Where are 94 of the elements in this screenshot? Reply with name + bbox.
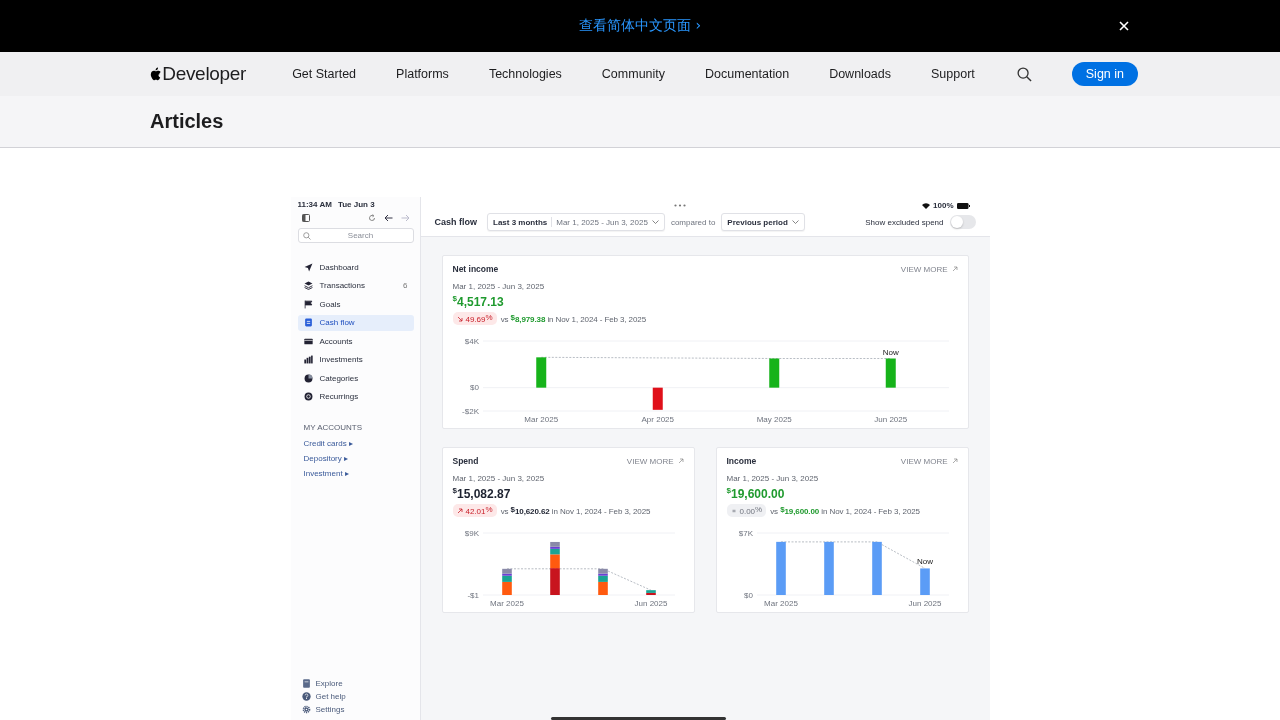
card-title: Net income: [452, 264, 499, 274]
axis-label: Mar 2025: [763, 599, 798, 608]
date-range: Mar 1, 2025 - Jun 3, 2025: [726, 474, 820, 483]
axis-label: -$2K: [461, 406, 479, 416]
axis-label: $9K: [464, 528, 479, 538]
language-link[interactable]: 查看简体中文页面 ›: [578, 17, 702, 35]
date-range: Mar 1, 2025 - Jun 3, 2025: [452, 474, 546, 483]
sidebar-item[interactable]: Cash flow: [297, 314, 414, 331]
navigate-icon: [303, 262, 313, 272]
help-icon: [301, 692, 311, 701]
arrow-icon: [951, 266, 958, 272]
toggle-switch[interactable]: [949, 215, 976, 229]
axis-label: Jun 2025: [908, 599, 941, 608]
nav-link[interactable]: Platforms: [396, 67, 449, 81]
developer-logo[interactable]: Developer: [162, 63, 247, 85]
sidebar-item[interactable]: Accounts: [297, 333, 414, 350]
search-icon[interactable]: [1016, 66, 1032, 82]
back-arrow-icon[interactable]: [383, 214, 393, 222]
sidebar-footer-item[interactable]: Settings: [297, 703, 414, 716]
arrow-icon: [951, 458, 958, 464]
more-dots-icon[interactable]: [673, 204, 686, 207]
view-more-link[interactable]: VIEW MORE: [900, 456, 958, 466]
sidebar-item[interactable]: Dashboard: [297, 259, 414, 276]
axis-label: $0: [743, 590, 753, 600]
comparison-dropdown[interactable]: Previous period: [721, 213, 805, 231]
bars-icon: [303, 355, 313, 365]
chevron-down-icon: [651, 220, 659, 224]
arrow-icon: [456, 315, 463, 322]
date-range-dropdown[interactable]: Last 3 months Mar 1, 2025 - Jun 3, 2025: [487, 213, 665, 231]
pie-icon: [303, 373, 313, 383]
sidebar-item[interactable]: Transactions 6: [297, 277, 414, 294]
sidebar-item[interactable]: Recurrings: [297, 388, 414, 405]
section-heading: MY ACCOUNTS: [303, 423, 364, 432]
sidebar-footer-item[interactable]: Explore: [297, 677, 414, 690]
account-group-link[interactable]: Credit cards ▸: [297, 436, 414, 451]
axis-label: -$1: [466, 590, 479, 600]
axis-label: Mar 2025: [523, 415, 558, 424]
sidebar-footer-item[interactable]: Get help: [297, 690, 414, 703]
axis-label: $7K: [738, 528, 753, 538]
date-range: Mar 1, 2025 - Jun 3, 2025: [452, 282, 546, 291]
battery-percent: 100%: [933, 201, 954, 210]
flag-icon: [303, 299, 313, 309]
wifi-icon: [922, 202, 931, 209]
account-group-link[interactable]: Investment ▸: [297, 466, 414, 481]
axis-label: Jun 2025: [873, 415, 907, 424]
now-label: Now: [916, 557, 933, 567]
search-icon: [302, 231, 311, 240]
close-icon[interactable]: [1119, 21, 1129, 31]
status-date: Tue Jun 3: [337, 200, 375, 209]
status-time: 11:34 AM: [297, 200, 332, 209]
search-field[interactable]: Search: [297, 228, 414, 243]
nav-link[interactable]: Support: [931, 67, 975, 81]
amount: $^{$}$19,600.00: [726, 486, 786, 501]
layers-icon: [303, 281, 313, 291]
book-icon: [301, 679, 311, 688]
arrow-icon: [677, 458, 684, 464]
amount: $^{$}$15,082.87: [452, 486, 512, 501]
axis-label: Apr 2025: [641, 415, 674, 424]
nav-link[interactable]: Get Started: [292, 67, 357, 81]
sidebar-item[interactable]: Categories: [297, 370, 414, 387]
refresh-icon[interactable]: [367, 214, 376, 222]
account-group-link[interactable]: Depository ▸: [297, 451, 414, 466]
sidebar-toggle-icon[interactable]: [301, 214, 310, 222]
compared-label: compared to: [670, 217, 716, 227]
arrow-icon: [456, 507, 463, 514]
now-label: Now: [882, 347, 899, 357]
sidebar-item[interactable]: Investments: [297, 351, 414, 368]
axis-label: Jun 2025: [634, 599, 667, 608]
page-title: Articles: [150, 110, 224, 133]
cycle-icon: [303, 392, 313, 402]
axis-label: May 2025: [756, 415, 792, 424]
view-more-link[interactable]: VIEW MORE: [900, 264, 958, 274]
chevron-down-icon: [791, 220, 799, 224]
card-title: Spend: [452, 456, 479, 466]
doc-icon: [303, 318, 313, 328]
axis-label: $4K: [464, 336, 479, 346]
sidebar-item[interactable]: Goals: [297, 296, 414, 313]
toggle-label: Show excluded spend: [865, 217, 944, 227]
battery-icon: [956, 202, 970, 209]
nav-link[interactable]: Documentation: [705, 67, 790, 81]
equals-icon: [730, 507, 737, 514]
amount: $^{$}$4,517.13: [452, 294, 505, 309]
card-icon: [303, 336, 313, 346]
nav-link[interactable]: Community: [601, 67, 666, 81]
view-more-link[interactable]: VIEW MORE: [626, 456, 684, 466]
nav-link[interactable]: Downloads: [829, 67, 891, 81]
apple-logo-icon[interactable]: [150, 66, 162, 82]
sign-in-button[interactable]: Sign in: [1071, 62, 1138, 86]
page-heading: Cash flow: [434, 217, 477, 227]
axis-label: Mar 2025: [489, 599, 524, 608]
nav-link[interactable]: Technologies: [488, 67, 562, 81]
settings-icon: [301, 705, 311, 714]
card-title: Income: [726, 456, 757, 466]
axis-label: $0: [469, 383, 479, 393]
